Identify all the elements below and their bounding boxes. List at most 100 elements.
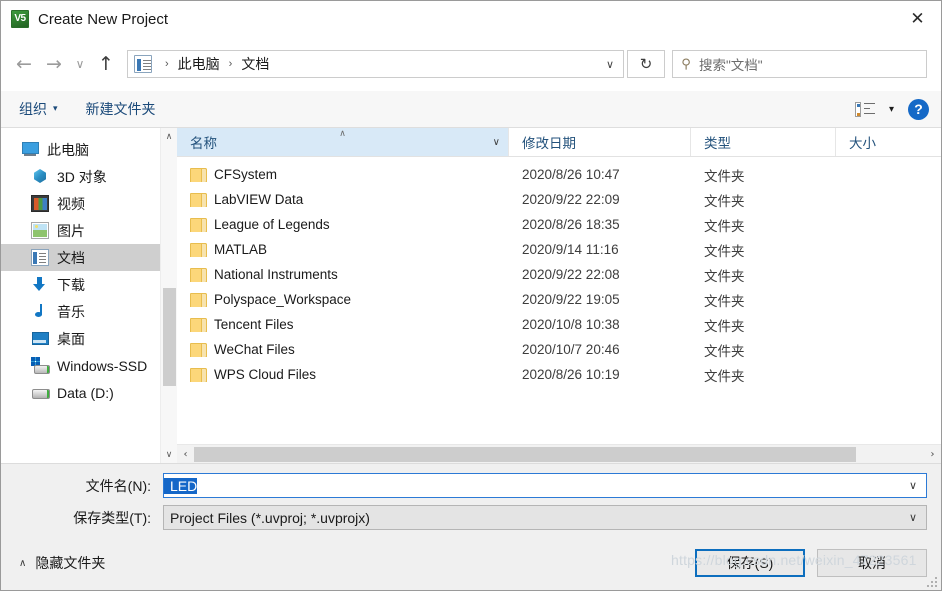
sidebar-item-this-pc[interactable]: 此电脑	[1, 136, 177, 163]
scroll-left-icon[interactable]: ‹	[177, 449, 194, 460]
recent-locations-button[interactable]: ∨	[69, 49, 91, 79]
table-row[interactable]: LabVIEW Data 2020/9/22 22:09 文件夹	[177, 187, 941, 212]
sidebar-item-documents[interactable]: 文档	[1, 244, 177, 271]
filename-value[interactable]: LED	[164, 477, 198, 494]
column-header-label: 名称	[190, 136, 217, 151]
view-options-icon[interactable]	[854, 101, 875, 117]
sidebar-item-label: 图片	[57, 222, 85, 239]
scroll-up-icon[interactable]: ∧	[161, 128, 177, 145]
address-bar[interactable]: › 此电脑 › 文档 ∨	[127, 50, 624, 78]
chevron-down-icon[interactable]: ∨	[597, 58, 623, 71]
folder-icon	[190, 368, 207, 382]
hide-folders-label: 隐藏文件夹	[35, 555, 106, 571]
file-name: WPS Cloud Files	[214, 367, 317, 382]
file-list-horizontal-scrollbar[interactable]: ‹ ›	[177, 444, 941, 463]
sidebar-item-windows-ssd[interactable]: Windows-SSD	[1, 352, 177, 379]
chevron-down-icon[interactable]: ∨	[900, 479, 926, 492]
file-type: 文件夹	[704, 168, 745, 184]
chevron-down-icon[interactable]: ▾	[889, 104, 894, 115]
breadcrumb-separator: ›	[165, 58, 169, 70]
breadcrumb-separator: ›	[228, 58, 233, 70]
new-folder-button[interactable]: 新建文件夹	[86, 99, 156, 119]
table-row[interactable]: MATLAB 2020/9/14 11:16 文件夹	[177, 237, 941, 262]
filename-label: 文件名(N):	[85, 477, 151, 494]
file-date: 2020/8/26 10:47	[522, 167, 620, 182]
sidebar-item-downloads[interactable]: 下载	[1, 271, 177, 298]
cancel-button[interactable]: 取消	[817, 549, 927, 577]
sidebar-item-label: 下载	[57, 276, 85, 293]
title-bar: V5 Create New Project ✕	[1, 1, 941, 37]
3d-objects-icon	[31, 168, 49, 185]
keil-uvision-icon: V5	[11, 10, 29, 28]
column-header-name[interactable]: ∧ 名称 ∨	[177, 128, 509, 156]
dialog-body: 此电脑 3D 对象 视频 图片 文档 下载 音乐 桌面 Windows-SSD …	[1, 128, 941, 464]
file-date: 2020/9/14 11:16	[522, 242, 619, 257]
scroll-right-icon[interactable]: ›	[924, 449, 941, 460]
folder-icon	[190, 343, 207, 357]
chevron-up-icon: ∧	[19, 557, 27, 569]
filename-input[interactable]: LED ∨	[163, 473, 927, 498]
breadcrumb-item-this-pc[interactable]: 此电脑	[176, 54, 222, 74]
column-header-label: 类型	[704, 136, 731, 151]
dialog-buttons: 保存(S) 取消	[695, 549, 927, 577]
videos-icon	[31, 195, 49, 212]
save-file-dialog: V5 Create New Project ✕ ← → ∨ ↑ › 此电脑 › …	[0, 0, 942, 591]
chevron-down-icon[interactable]: ∨	[900, 511, 926, 524]
refresh-button[interactable]: ↻	[627, 50, 665, 78]
table-row[interactable]: League of Legends 2020/8/26 18:35 文件夹	[177, 212, 941, 237]
folder-icon	[190, 218, 207, 232]
scrollbar-track[interactable]	[194, 446, 924, 462]
search-box[interactable]: ⚲ 搜索"文档"	[672, 50, 927, 78]
table-row[interactable]: Polyspace_Workspace 2020/9/22 19:05 文件夹	[177, 287, 941, 312]
sidebar-item-desktop[interactable]: 桌面	[1, 325, 177, 352]
sidebar-scrollbar[interactable]: ∧ ∨	[160, 128, 177, 463]
downloads-icon	[31, 276, 49, 293]
save-button[interactable]: 保存(S)	[695, 549, 805, 577]
organize-label: 组织	[19, 101, 47, 117]
sidebar-item-3d-objects[interactable]: 3D 对象	[1, 163, 177, 190]
column-header-label: 大小	[849, 136, 876, 151]
music-icon	[31, 303, 49, 320]
table-row[interactable]: WPS Cloud Files 2020/8/26 10:19 文件夹	[177, 362, 941, 387]
chevron-down-icon[interactable]: ∨	[493, 137, 508, 148]
file-type: 文件夹	[704, 293, 745, 309]
forward-button[interactable]: →	[39, 49, 69, 79]
table-row[interactable]: CFSystem 2020/8/26 10:47 文件夹	[177, 162, 941, 187]
drive-icon	[31, 384, 50, 401]
sidebar-item-pictures[interactable]: 图片	[1, 217, 177, 244]
breadcrumb-item-documents[interactable]: 文档	[239, 54, 271, 74]
savetype-value: Project Files (*.uvproj; *.uvprojx)	[170, 509, 370, 526]
scrollbar-thumb[interactable]	[163, 288, 176, 386]
scroll-down-icon[interactable]: ∨	[161, 446, 177, 463]
table-row[interactable]: National Instruments 2020/9/22 22:08 文件夹	[177, 262, 941, 287]
sidebar-item-music[interactable]: 音乐	[1, 298, 177, 325]
search-input[interactable]: 搜索"文档"	[699, 54, 763, 74]
close-icon[interactable]: ✕	[894, 1, 941, 36]
sidebar-item-label: 文档	[57, 249, 85, 266]
savetype-select[interactable]: Project Files (*.uvproj; *.uvprojx) ∨	[163, 505, 927, 530]
hide-folders-toggle[interactable]: ∧ 隐藏文件夹	[19, 553, 105, 573]
command-bar-right: ▾ ?	[854, 98, 929, 120]
file-date: 2020/10/7 20:46	[522, 342, 620, 357]
back-button[interactable]: ←	[9, 49, 39, 79]
table-row[interactable]: WeChat Files 2020/10/7 20:46 文件夹	[177, 337, 941, 362]
up-button[interactable]: ↑	[91, 49, 121, 79]
sidebar-item-label: Windows-SSD	[57, 357, 148, 374]
resize-grip[interactable]	[926, 576, 937, 587]
sidebar-item-label: 视频	[57, 195, 85, 212]
desktop-icon	[31, 330, 49, 347]
table-row[interactable]: Tencent Files 2020/10/8 10:38 文件夹	[177, 312, 941, 337]
column-header-type[interactable]: 类型	[691, 128, 836, 156]
sidebar-item-data-d[interactable]: Data (D:)	[1, 379, 177, 406]
organize-menu[interactable]: 组织 ▾	[19, 99, 58, 119]
file-name: MATLAB	[214, 242, 268, 257]
column-header-date-modified[interactable]: 修改日期	[509, 128, 691, 156]
help-icon[interactable]: ?	[908, 98, 929, 120]
sort-ascending-icon: ∧	[339, 129, 346, 139]
sidebar-item-videos[interactable]: 视频	[1, 190, 177, 217]
documents-folder-icon	[134, 55, 152, 73]
scrollbar-thumb[interactable]	[194, 446, 856, 462]
savetype-label: 保存类型(T):	[73, 509, 151, 526]
column-headers: ∧ 名称 ∨ 修改日期 类型 大小	[177, 128, 941, 157]
column-header-size[interactable]: 大小	[836, 128, 941, 156]
